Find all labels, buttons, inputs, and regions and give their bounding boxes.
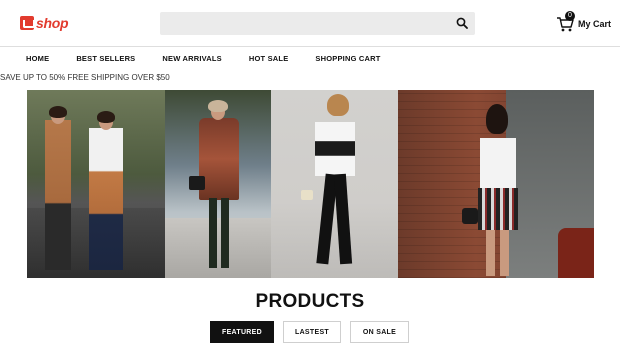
nav-item-shopping-cart[interactable]: SHOPPING CART [315,54,380,68]
nav-item-home[interactable]: HOME [26,54,49,68]
hero-image-street-style-plaid [398,90,594,278]
nav-item-new-arrivals[interactable]: NEW ARRIVALS [162,54,221,68]
main-nav: HOME BEST SELLERS NEW ARRIVALS HOT SALE … [26,54,408,68]
search-icon[interactable] [456,17,468,29]
site-header: shop 0 My Cart [0,0,620,46]
nav-item-best-sellers[interactable]: BEST SELLERS [76,54,135,68]
header-divider [0,46,620,47]
tab-featured[interactable]: FEATURED [210,321,274,343]
logo-text: shop [36,15,69,31]
hero-banner[interactable] [27,90,594,278]
search-bar [160,12,475,35]
cart-count-badge: 0 [565,11,575,21]
hero-image-street-style-cape [27,90,165,278]
shopping-cart-icon: 0 [556,11,575,33]
shopping-bag-icon [20,16,35,30]
shop-logo[interactable]: shop [20,14,69,32]
hero-image-street-style-poncho [165,90,271,278]
search-input[interactable] [160,12,450,35]
hero-image-street-style-striped-top [271,90,398,278]
tab-on-sale[interactable]: ON SALE [350,321,409,343]
promo-banner-text: SAVE UP TO 50% FREE SHIPPING OVER $50 [0,73,170,82]
nav-item-hot-sale[interactable]: HOT SALE [249,54,289,68]
products-heading: PRODUCTS [255,291,365,312]
tab-lastest[interactable]: LASTEST [283,321,341,343]
cart-button[interactable]: 0 My Cart [556,11,612,35]
product-tabs: FEATURED LASTEST ON SALE [210,321,418,343]
cart-label: My Cart [578,19,612,29]
